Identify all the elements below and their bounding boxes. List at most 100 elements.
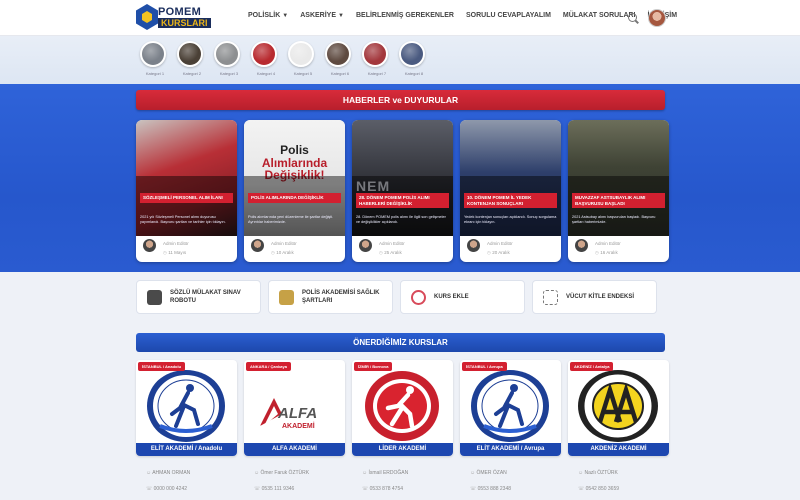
category-caption: Kategori 5 xyxy=(293,71,313,76)
author-avatar xyxy=(251,239,264,252)
svg-text:ALFA: ALFA xyxy=(277,405,317,422)
news-author: Admin Editör xyxy=(271,241,297,246)
user-avatar[interactable] xyxy=(648,9,666,27)
tool-label: KURS EKLE xyxy=(434,294,469,300)
lider-logo-icon xyxy=(365,371,439,441)
course-card[interactable]: İSTANBUL / Anadolu ELİT AKADEMİ / Anadol… xyxy=(136,360,237,500)
chevron-down-icon: ▼ xyxy=(338,13,344,19)
category-caption: Kategori 6 xyxy=(330,71,350,76)
course-name: ALFA AKADEMİ xyxy=(244,443,345,456)
course-phone[interactable]: 0000 000 4242 xyxy=(146,486,187,492)
course-phone[interactable]: 0535 111 9346 xyxy=(254,486,295,492)
robot-icon xyxy=(147,290,162,305)
news-desc: Yedek kontenjan sonuçları açıklandı. Son… xyxy=(464,215,557,225)
category-circles: Kategori 1 Kategori 2 Kategori 3 Kategori 4… xyxy=(140,41,425,76)
course-card[interactable]: İSTANBUL / Avrupa ELİT AKADEMİ / Avrupa … xyxy=(460,360,561,500)
author-avatar xyxy=(143,239,156,252)
course-owner: ÖMER ÖZAN xyxy=(470,470,507,476)
nav-item-gerekenler[interactable]: BELİRLENMİŞ GEREKENLER xyxy=(356,12,454,19)
news-date: 11 Mayıs xyxy=(163,250,186,256)
news-tag: POLİS ALIMLARINDA DEĞİŞİKLİK xyxy=(248,193,341,203)
author-avatar xyxy=(575,239,588,252)
news-card[interactable]: Polis Alımlarında Değişiklik! POLİS ALIM… xyxy=(244,120,345,262)
course-owner: AHMAN ORMAN xyxy=(146,470,190,476)
author-avatar xyxy=(467,239,480,252)
news-card[interactable]: MUVAZZAF ASTSUBAYLIK ALIMI BAŞVURUSU BAŞ… xyxy=(568,120,669,262)
category-caption: Kategori 3 xyxy=(219,71,239,76)
site-logo[interactable]: POMEM KURSLARI xyxy=(136,4,216,32)
news-card[interactable]: SÖZLEŞMELİ PERSONEL ALIM İLANI 2021 yılı… xyxy=(136,120,237,262)
tool-kurs-ekle[interactable]: KURS EKLE xyxy=(400,280,525,314)
akdeniz-logo-icon xyxy=(578,370,658,442)
news-author: Admin Editör xyxy=(595,241,621,246)
course-location: İZMİR / Bornova xyxy=(354,362,393,371)
course-phone[interactable]: 0553 888 2348 xyxy=(470,486,511,492)
category-caption: Kategori 2 xyxy=(182,71,202,76)
news-list: SÖZLEŞMELİ PERSONEL ALIM İLANI 2021 yılı… xyxy=(136,120,669,262)
news-desc: Polis alımlarında yeni düzenleme ile şar… xyxy=(248,215,334,225)
news-date: 16 Aralık xyxy=(595,250,618,256)
nav-label: POLİSLİK xyxy=(248,12,281,19)
course-logo-box: AKDENİZ / Antalya AKDENİZ AKADEMİ xyxy=(568,360,669,456)
tool-label: POLİS AKADEMİSİ SAĞLIK ŞARTLARI xyxy=(302,290,380,304)
nav-item-sorular[interactable]: SORULU CEVAPLAYALIM xyxy=(466,12,551,19)
course-name: LİDER AKADEMİ xyxy=(352,443,453,456)
news-tag: MUVAZZAF ASTSUBAYLIK ALIMI BAŞVURUSU BAŞ… xyxy=(572,193,665,209)
course-location: İSTANBUL / Anadolu xyxy=(138,362,186,371)
category-circle[interactable]: Kategori 8 xyxy=(399,41,425,76)
course-name: AKDENİZ AKADEMİ xyxy=(568,443,669,456)
course-phone[interactable]: 0542 850 3659 xyxy=(578,486,619,492)
course-owner: İsmail ERDOĞAN xyxy=(362,470,409,476)
nav-item-polislik[interactable]: POLİSLİK ▼ xyxy=(248,12,288,19)
course-location: ANKARA / Çankaya xyxy=(246,362,291,371)
site-header: POMEM KURSLARI POLİSLİK ▼ ASKERİYE ▼ BELİR… xyxy=(0,0,800,36)
category-circle[interactable]: Kategori 5 xyxy=(288,41,314,76)
elit-logo-icon xyxy=(147,370,225,442)
news-tag: 28. DÖNEM POMEM POLİS ALIMI HABERLERİ DE… xyxy=(356,193,449,209)
news-author: Admin Editör xyxy=(487,241,513,246)
nav-label: ASKERİYE xyxy=(300,12,337,19)
chevron-down-icon: ▼ xyxy=(282,13,289,19)
news-author: Admin Editör xyxy=(379,241,405,246)
course-card[interactable]: İZMİR / Bornova LİDER AKADEMİ İsmail ERD… xyxy=(352,360,453,500)
news-card[interactable]: NEM 28. DÖNEM POMEM POLİS ALIMI HABERLER… xyxy=(352,120,453,262)
course-card[interactable]: ANKARA / Çankaya ALFA AKADEMİ ALFA AKADE… xyxy=(244,360,345,500)
logo-badge-icon xyxy=(136,4,158,30)
news-tag: SÖZLEŞMELİ PERSONEL ALIM İLANI xyxy=(140,193,233,203)
tool-vucut-kitle[interactable]: VÜCUT KİTLE ENDEKSİ xyxy=(532,280,657,314)
news-card[interactable]: 10. DÖNEM POMEM İL YEDEK KONTENJAN SONUÇ… xyxy=(460,120,561,262)
category-circle[interactable]: Kategori 3 xyxy=(214,41,240,76)
course-location: AKDENİZ / Antalya xyxy=(570,362,614,371)
search-icon[interactable] xyxy=(628,13,637,22)
news-date: 10 Aralık xyxy=(271,250,294,256)
tool-saglik-sartlari[interactable]: POLİS AKADEMİSİ SAĞLIK ŞARTLARI xyxy=(268,280,393,314)
news-tag: 10. DÖNEM POMEM İL YEDEK KONTENJAN SONUÇ… xyxy=(464,193,557,209)
course-card[interactable]: AKDENİZ / Antalya AKDENİZ AKADEMİ Nazlı … xyxy=(568,360,669,500)
logo-text-top: POMEM xyxy=(158,6,202,18)
nav-item-mulakat[interactable]: MÜLAKAT SORULARI xyxy=(563,12,636,19)
course-owner: Nazlı ÖZTÜRK xyxy=(578,470,618,476)
news-desc: 2021 yılı Sözleşmeli Personel alımı duyu… xyxy=(140,215,226,225)
category-circle[interactable]: Kategori 6 xyxy=(325,41,351,76)
category-caption: Kategori 1 xyxy=(145,71,165,76)
news-section-title: HABERLER ve DUYURULAR xyxy=(136,90,665,110)
course-owner: Ömer Faruk ÖZTÜRK xyxy=(254,470,310,476)
category-caption: Kategori 7 xyxy=(367,71,387,76)
category-circle[interactable]: Kategori 7 xyxy=(362,41,388,76)
course-logo-box: İSTANBUL / Anadolu ELİT AKADEMİ / Anadol… xyxy=(136,360,237,456)
tool-mulakat-robotu[interactable]: SÖZLÜ MÜLAKAT SINAV ROBOTU xyxy=(136,280,261,314)
nav-item-askeriye[interactable]: ASKERİYE ▼ xyxy=(300,12,344,19)
news-desc: 28. Dönem POMEM polis alımı ile ilgili s… xyxy=(356,215,446,225)
tool-label: VÜCUT KİTLE ENDEKSİ xyxy=(566,294,635,300)
news-date: 20 Aralık xyxy=(487,250,510,256)
tool-label: SÖZLÜ MÜLAKAT SINAV ROBOTU xyxy=(170,290,241,304)
category-circle[interactable]: Kategori 2 xyxy=(177,41,203,76)
clipboard-icon xyxy=(279,290,294,305)
news-author: Admin Editör xyxy=(163,241,189,246)
course-location: İSTANBUL / Avrupa xyxy=(462,362,507,371)
category-caption: Kategori 8 xyxy=(404,71,424,76)
course-phone[interactable]: 0533 878 4754 xyxy=(362,486,403,492)
category-circle[interactable]: Kategori 1 xyxy=(140,41,166,76)
category-circle[interactable]: Kategori 4 xyxy=(251,41,277,76)
logo-text-bottom: KURSLARI xyxy=(158,18,211,28)
